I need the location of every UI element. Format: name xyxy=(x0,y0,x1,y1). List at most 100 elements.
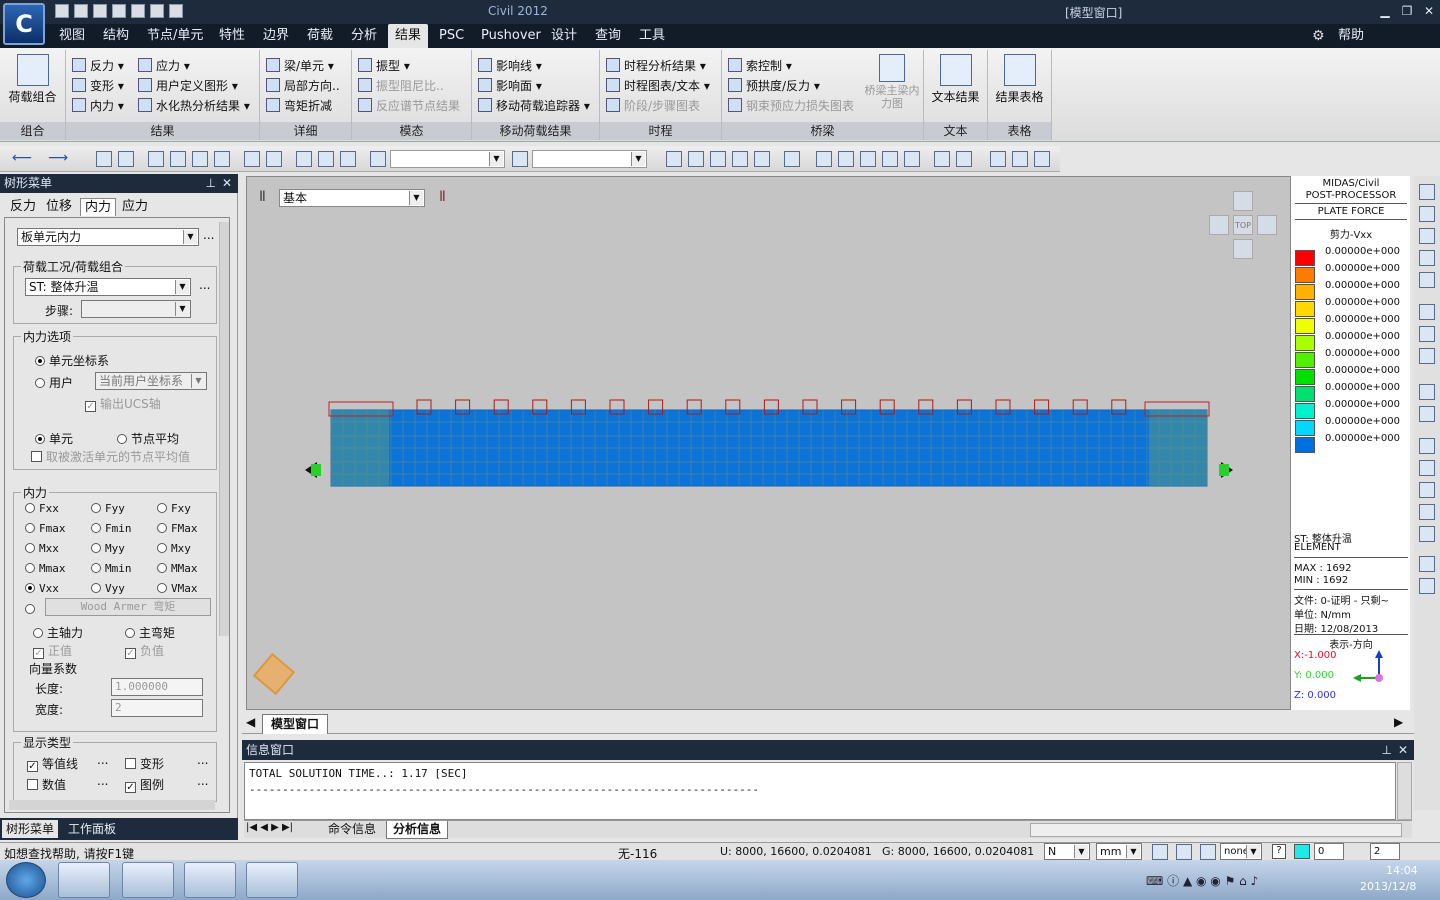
tab-pushover[interactable]: Pushover xyxy=(474,24,548,48)
tab-design[interactable]: 设计 xyxy=(544,24,584,48)
view-top-icon[interactable] xyxy=(1419,504,1435,520)
restore-button[interactable]: ❐ xyxy=(1398,3,1416,19)
tab-stress[interactable]: 应力 xyxy=(118,198,152,216)
grid-icon[interactable] xyxy=(512,151,528,167)
tab-structure[interactable]: 结构 xyxy=(96,24,136,48)
view-toggle-icon[interactable]: Ⅱ xyxy=(439,189,446,205)
radio-myy[interactable]: Myy xyxy=(91,542,125,555)
load-case-select[interactable]: ST: 整体升温 ▼ xyxy=(25,278,191,296)
mode-damping-button[interactable]: 振型阻尼比.. xyxy=(358,76,444,96)
copy-icon[interactable] xyxy=(990,151,1006,167)
messenger-taskbar-icon[interactable] xyxy=(246,862,298,898)
view-cube-top-left[interactable] xyxy=(1233,191,1253,211)
user-graph-button[interactable]: 用户定义图形 ▾ xyxy=(138,76,238,96)
radio-fxx[interactable]: Fxx xyxy=(25,502,59,515)
none-select[interactable]: none ▼ xyxy=(1220,843,1262,860)
new-file-icon[interactable] xyxy=(55,4,69,18)
export-image-icon[interactable] xyxy=(1419,578,1435,594)
deformation-button[interactable]: 变形 ▾ xyxy=(72,76,124,96)
pick-icon[interactable] xyxy=(370,151,386,167)
unlock-icon[interactable] xyxy=(1034,151,1050,167)
zoom-out-icon[interactable] xyxy=(1419,250,1435,266)
tab-reaction[interactable]: 反力 xyxy=(6,198,40,216)
tab-analysis[interactable]: 分析 xyxy=(344,24,384,48)
spectrum-node-button[interactable]: 反应谱节点结果 xyxy=(358,96,460,116)
tab-displacement[interactable]: 位移 xyxy=(42,198,76,216)
message-hscrollbar[interactable] xyxy=(1030,823,1402,837)
play-forward-icon[interactable] xyxy=(1200,844,1216,860)
tab-load[interactable]: 荷载 xyxy=(300,24,340,48)
model-view[interactable]: Ⅱ 基本 ▼ Ⅱ TOP xyxy=(246,176,1410,710)
plate-force-select[interactable]: 板单元内力 ▼ xyxy=(17,228,199,246)
tab-property[interactable]: 特性 xyxy=(212,24,252,48)
grid-combo[interactable]: ▼ xyxy=(532,150,647,168)
load-case-more-button[interactable]: ... xyxy=(199,278,210,292)
activate-all-icon[interactable] xyxy=(340,151,356,167)
lock-icon[interactable] xyxy=(1012,151,1028,167)
legend-more-button[interactable]: ... xyxy=(197,774,208,788)
redraw-icon[interactable] xyxy=(1419,406,1435,422)
tab-tools[interactable]: 工具 xyxy=(632,24,672,48)
output-ucs-checkbox[interactable]: ✓ 输出UCS轴 xyxy=(85,395,161,412)
heat-hydration-button[interactable]: 水化热分析结果 ▾ xyxy=(138,96,250,116)
page-input-2[interactable]: 2 xyxy=(1370,843,1400,860)
user-cs-select[interactable]: 当前用户坐标系 ▼ xyxy=(95,372,207,390)
contour-more-button[interactable]: ... xyxy=(97,753,108,767)
view-cube-right[interactable] xyxy=(1257,215,1277,235)
activate-icon[interactable] xyxy=(296,151,312,167)
zoom-all-icon[interactable] xyxy=(1419,272,1435,288)
print-icon[interactable] xyxy=(131,4,145,18)
view-cube-bottom[interactable] xyxy=(1233,239,1253,259)
undo-icon[interactable] xyxy=(169,4,183,18)
minimize-button[interactable]: ▁ xyxy=(1376,3,1394,19)
elem-cs-radio[interactable]: 单元坐标系 xyxy=(35,352,109,369)
tab-query[interactable]: 查询 xyxy=(588,24,628,48)
open-project-icon[interactable] xyxy=(93,4,107,18)
more-button[interactable]: ... xyxy=(203,228,214,242)
zoom-fit-icon[interactable] xyxy=(1419,206,1435,222)
moment-reduction-button[interactable]: 弯矩折减 xyxy=(266,96,332,116)
values-checkbox[interactable]: 数值 xyxy=(27,776,66,793)
radio-fmax-abs[interactable]: FMax xyxy=(157,522,198,535)
civil-taskbar-icon[interactable] xyxy=(184,862,236,898)
back-arrow-icon[interactable]: ⟵ xyxy=(12,150,32,166)
camber-button[interactable]: 预拱度/反力 ▾ xyxy=(728,76,820,96)
tab-command-message[interactable]: 命令信息 xyxy=(322,821,382,839)
load-combination-button[interactable]: 荷载组合 xyxy=(0,54,65,105)
color-swatch[interactable] xyxy=(1294,844,1310,859)
view-side-icon[interactable] xyxy=(1419,482,1435,498)
print-preview-icon[interactable] xyxy=(150,4,164,18)
unselect-all-icon[interactable] xyxy=(266,151,282,167)
length-unit-select[interactable]: mm ▼ xyxy=(1096,843,1142,860)
legend-checkbox[interactable]: ✓ 图例 xyxy=(125,776,164,793)
view-cube-left[interactable] xyxy=(1209,215,1229,235)
fit-icon[interactable] xyxy=(816,151,832,167)
result-table-button[interactable]: 结果表格 xyxy=(988,54,1051,105)
tab-boundary[interactable]: 边界 xyxy=(256,24,296,48)
forward-arrow-icon[interactable]: ⟶ xyxy=(48,150,68,166)
help-menu[interactable]: 帮助 xyxy=(1338,24,1364,48)
radio-fmin[interactable]: Fmin xyxy=(91,522,132,535)
radio-fxy[interactable]: Fxy xyxy=(157,502,191,515)
hidden-icon[interactable] xyxy=(838,151,854,167)
radio-fyy[interactable]: Fyy xyxy=(91,502,125,515)
page-input-1[interactable]: 0 xyxy=(1314,843,1344,860)
capture-icon[interactable] xyxy=(1419,556,1435,572)
view-preset-select[interactable]: 基本 ▼ xyxy=(279,189,425,207)
rotate-icon[interactable] xyxy=(1419,348,1435,364)
explorer-taskbar-icon[interactable] xyxy=(122,862,174,898)
force-unit-select[interactable]: N ▼ xyxy=(1044,843,1090,860)
th-graph-button[interactable]: 时程图表/文本 ▾ xyxy=(606,76,710,96)
length-input[interactable]: 1.000000 xyxy=(111,678,203,696)
active-node-avg-checkbox[interactable]: 取被激活单元的节点平均值 xyxy=(31,448,190,465)
wood-armer-button[interactable]: Wood Armer 弯矩 xyxy=(45,598,211,616)
close-button[interactable]: ✕ xyxy=(1420,3,1438,19)
mode-shape-button[interactable]: 振型 ▾ xyxy=(358,56,410,76)
select-polygon-icon[interactable] xyxy=(148,151,164,167)
influence-line-button[interactable]: 影响线 ▾ xyxy=(478,56,542,76)
contour-checkbox[interactable]: ✓ 等值线 xyxy=(27,755,78,772)
select-window-icon[interactable] xyxy=(118,151,134,167)
bridge-girder-diagram-button[interactable]: 桥梁主梁内力图 xyxy=(864,50,920,110)
radio-wood-armer[interactable] xyxy=(25,602,39,616)
tab-work-panel[interactable]: 工作面板 xyxy=(64,820,120,838)
